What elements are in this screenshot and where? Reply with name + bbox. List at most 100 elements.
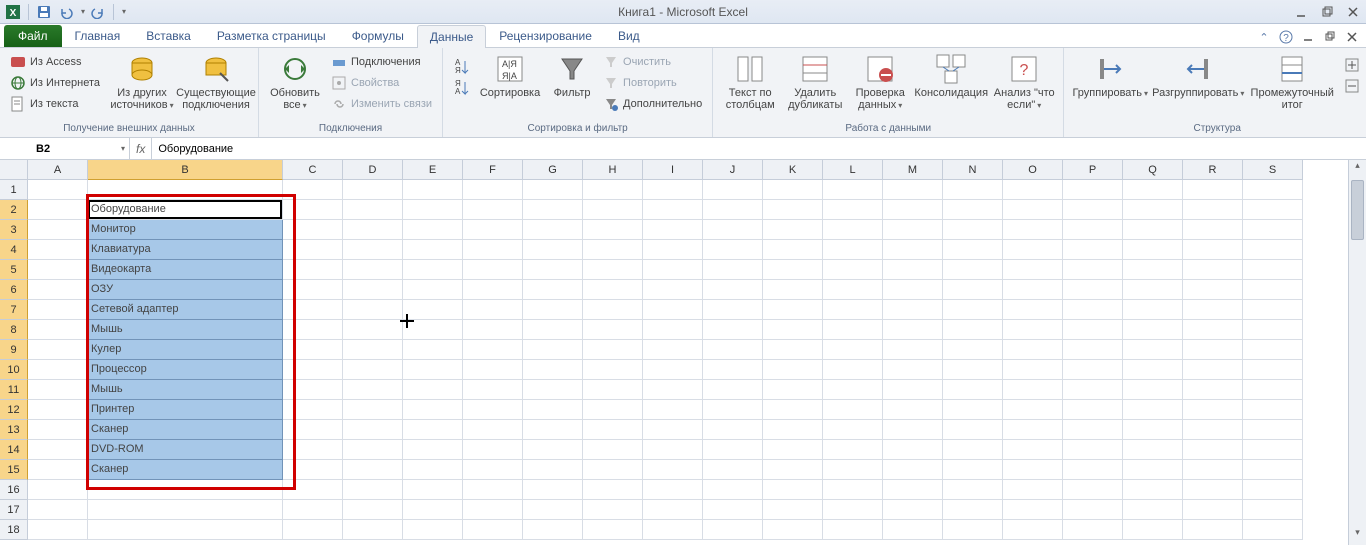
workbook-restore-icon[interactable]: [1322, 29, 1338, 45]
cell-S1[interactable]: [1243, 180, 1303, 200]
cell-K18[interactable]: [763, 520, 823, 540]
cell-S5[interactable]: [1243, 260, 1303, 280]
cell-N15[interactable]: [943, 460, 1003, 480]
cell-K14[interactable]: [763, 440, 823, 460]
cell-R17[interactable]: [1183, 500, 1243, 520]
cell-A1[interactable]: [28, 180, 88, 200]
cell-F1[interactable]: [463, 180, 523, 200]
cell-R11[interactable]: [1183, 380, 1243, 400]
row-header-2[interactable]: 2: [0, 200, 28, 220]
tab-разметка страницы[interactable]: Разметка страницы: [204, 24, 339, 47]
cell-P17[interactable]: [1063, 500, 1123, 520]
cell-R6[interactable]: [1183, 280, 1243, 300]
col-header-S[interactable]: S: [1243, 160, 1303, 180]
cell-I6[interactable]: [643, 280, 703, 300]
cell-H11[interactable]: [583, 380, 643, 400]
cell-M4[interactable]: [883, 240, 943, 260]
cell-F16[interactable]: [463, 480, 523, 500]
cell-C9[interactable]: [283, 340, 343, 360]
cell-D16[interactable]: [343, 480, 403, 500]
cell-M13[interactable]: [883, 420, 943, 440]
cell-I3[interactable]: [643, 220, 703, 240]
cell-C1[interactable]: [283, 180, 343, 200]
cell-K16[interactable]: [763, 480, 823, 500]
help-icon[interactable]: ?: [1278, 29, 1294, 45]
cell-I12[interactable]: [643, 400, 703, 420]
cell-N2[interactable]: [943, 200, 1003, 220]
cell-R14[interactable]: [1183, 440, 1243, 460]
row-header-6[interactable]: 6: [0, 280, 28, 300]
row-header-1[interactable]: 1: [0, 180, 28, 200]
cell-M3[interactable]: [883, 220, 943, 240]
cell-O4[interactable]: [1003, 240, 1063, 260]
cell-E8[interactable]: [403, 320, 463, 340]
row-header-12[interactable]: 12: [0, 400, 28, 420]
cell-P1[interactable]: [1063, 180, 1123, 200]
cell-A16[interactable]: [28, 480, 88, 500]
close-button[interactable]: [1344, 3, 1362, 21]
cell-M11[interactable]: [883, 380, 943, 400]
cell-I18[interactable]: [643, 520, 703, 540]
cell-G11[interactable]: [523, 380, 583, 400]
cell-B18[interactable]: [88, 520, 283, 540]
data-validation-button[interactable]: Проверка данных▾: [849, 50, 911, 115]
cell-F2[interactable]: [463, 200, 523, 220]
cell-S2[interactable]: [1243, 200, 1303, 220]
cell-E4[interactable]: [403, 240, 463, 260]
cell-L4[interactable]: [823, 240, 883, 260]
row-header-3[interactable]: 3: [0, 220, 28, 240]
col-header-E[interactable]: E: [403, 160, 463, 180]
cell-M1[interactable]: [883, 180, 943, 200]
what-if-button[interactable]: ?Анализ "что если"▾: [991, 50, 1057, 115]
cell-R1[interactable]: [1183, 180, 1243, 200]
cell-P3[interactable]: [1063, 220, 1123, 240]
cell-Q4[interactable]: [1123, 240, 1183, 260]
row-header-18[interactable]: 18: [0, 520, 28, 540]
cell-A11[interactable]: [28, 380, 88, 400]
cell-C17[interactable]: [283, 500, 343, 520]
cell-Q12[interactable]: [1123, 400, 1183, 420]
show-detail-button[interactable]: [1340, 56, 1364, 74]
cell-O12[interactable]: [1003, 400, 1063, 420]
row-header-11[interactable]: 11: [0, 380, 28, 400]
cell-B2[interactable]: Оборудование: [88, 200, 283, 220]
col-header-H[interactable]: H: [583, 160, 643, 180]
cell-O7[interactable]: [1003, 300, 1063, 320]
cell-P6[interactable]: [1063, 280, 1123, 300]
undo-dropdown[interactable]: ▾: [81, 7, 85, 16]
cell-C5[interactable]: [283, 260, 343, 280]
cell-B17[interactable]: [88, 500, 283, 520]
cell-D18[interactable]: [343, 520, 403, 540]
cell-D3[interactable]: [343, 220, 403, 240]
row-header-5[interactable]: 5: [0, 260, 28, 280]
row-header-15[interactable]: 15: [0, 460, 28, 480]
cell-G13[interactable]: [523, 420, 583, 440]
cell-I2[interactable]: [643, 200, 703, 220]
cell-M15[interactable]: [883, 460, 943, 480]
cell-L5[interactable]: [823, 260, 883, 280]
from-access-button[interactable]: Из Access: [6, 53, 104, 71]
cell-O8[interactable]: [1003, 320, 1063, 340]
cell-J14[interactable]: [703, 440, 763, 460]
cell-S13[interactable]: [1243, 420, 1303, 440]
cell-P14[interactable]: [1063, 440, 1123, 460]
subtotal-button[interactable]: Промежуточный итог: [1246, 50, 1338, 114]
cell-J6[interactable]: [703, 280, 763, 300]
cell-F12[interactable]: [463, 400, 523, 420]
cell-G12[interactable]: [523, 400, 583, 420]
cell-Q2[interactable]: [1123, 200, 1183, 220]
cell-S11[interactable]: [1243, 380, 1303, 400]
cell-M5[interactable]: [883, 260, 943, 280]
cell-J4[interactable]: [703, 240, 763, 260]
cell-C4[interactable]: [283, 240, 343, 260]
col-header-I[interactable]: I: [643, 160, 703, 180]
cell-R5[interactable]: [1183, 260, 1243, 280]
cell-O2[interactable]: [1003, 200, 1063, 220]
cell-B11[interactable]: Мышь: [88, 380, 283, 400]
cell-S14[interactable]: [1243, 440, 1303, 460]
cell-grid[interactable]: ОборудованиеМониторКлавиатураВидеокартаО…: [28, 180, 1348, 545]
cell-S9[interactable]: [1243, 340, 1303, 360]
cell-S18[interactable]: [1243, 520, 1303, 540]
cell-N1[interactable]: [943, 180, 1003, 200]
cell-I9[interactable]: [643, 340, 703, 360]
